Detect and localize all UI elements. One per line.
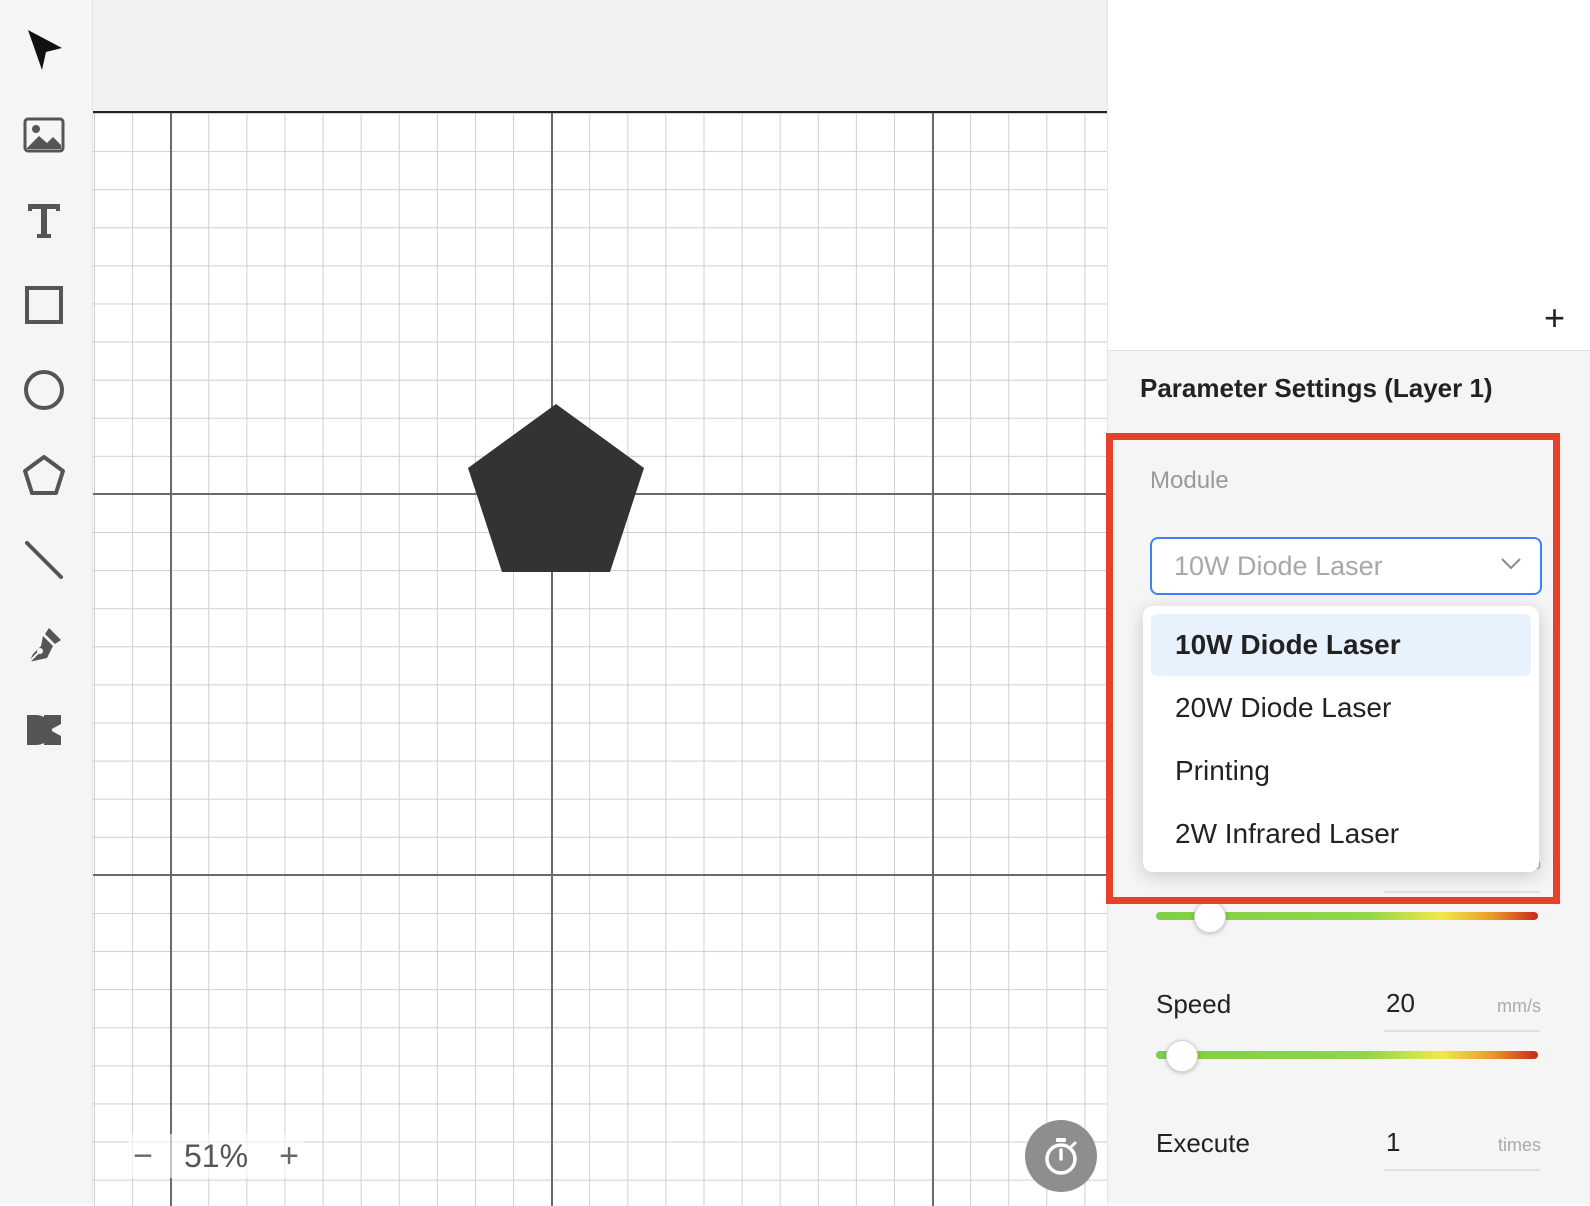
module-label: Module (1150, 467, 1229, 494)
line-tool-button[interactable] (18, 534, 70, 586)
module-dropdown-menu: 10W Diode Laser 20W Diode Laser Printing… (1143, 606, 1539, 872)
design-canvas[interactable] (93, 111, 1107, 1206)
module-option-10w-diode[interactable]: 10W Diode Laser (1151, 614, 1531, 676)
module-option-printing[interactable]: Printing (1151, 740, 1531, 802)
zoom-out-button[interactable]: − (128, 1137, 158, 1176)
line-icon (25, 541, 63, 579)
pen-tool-button[interactable] (18, 619, 70, 671)
zoom-level: 51% (184, 1137, 249, 1174)
grid-major-line (93, 874, 1107, 876)
right-panel: + Parameter Settings (Layer 1) Module 10… (1107, 0, 1590, 1204)
rectangle-tool-button[interactable] (18, 279, 70, 331)
image-icon (23, 117, 65, 153)
select-arrow-icon (28, 30, 62, 70)
image-tool-button[interactable] (18, 109, 70, 161)
grid-major-line (551, 113, 553, 1206)
circle-tool-button[interactable] (18, 364, 70, 416)
zoom-in-button[interactable]: + (274, 1137, 304, 1176)
module-select-value: 10W Diode Laser (1174, 550, 1383, 581)
polygon-tool-button[interactable] (18, 449, 70, 501)
speed-slider-thumb[interactable] (1166, 1040, 1198, 1072)
speed-input-underline (1384, 1030, 1540, 1032)
module-select[interactable]: 10W Diode Laser (1150, 537, 1542, 595)
execute-unit: times (1497, 1135, 1541, 1155)
layers-list: + (1108, 0, 1590, 351)
power-input-underline (1384, 891, 1540, 893)
select-tool-button[interactable] (18, 24, 70, 76)
speed-slider[interactable] (1156, 1051, 1538, 1059)
add-layer-button[interactable]: + (1544, 300, 1565, 336)
text-icon (28, 204, 60, 238)
execute-label: Execute (1156, 1128, 1250, 1158)
estimate-time-button[interactable] (1025, 1120, 1097, 1192)
execute-input-underline (1384, 1169, 1540, 1171)
chevron-down-icon (1501, 558, 1521, 570)
grid-major-line (170, 113, 172, 1206)
pentagon-shape[interactable] (466, 402, 646, 574)
brand-tool-button[interactable] (18, 704, 70, 756)
grid-major-line (932, 113, 934, 1206)
settings-title: Parameter Settings (Layer 1) (1140, 373, 1493, 403)
polygon-icon (23, 455, 65, 495)
module-option-20w-diode[interactable]: 20W Diode Laser (1151, 677, 1531, 739)
rectangle-icon (25, 286, 63, 324)
power-slider-thumb[interactable] (1194, 901, 1226, 933)
speed-input[interactable]: 20 (1386, 988, 1415, 1019)
module-option-2w-infrared[interactable]: 2W Infrared Laser (1151, 803, 1531, 865)
zoom-controls: − 51% + (128, 1134, 305, 1178)
stopwatch-icon (1045, 1138, 1077, 1175)
tool-sidebar (0, 0, 93, 1204)
canvas-ruler-area (93, 0, 1107, 111)
speed-unit: mm/s (1497, 996, 1541, 1016)
text-tool-button[interactable] (18, 194, 70, 246)
execute-input[interactable]: 1 (1386, 1127, 1400, 1158)
circle-icon (24, 370, 64, 410)
pen-icon (28, 628, 61, 663)
brand-d-icon (27, 715, 61, 745)
speed-label: Speed (1156, 989, 1232, 1019)
